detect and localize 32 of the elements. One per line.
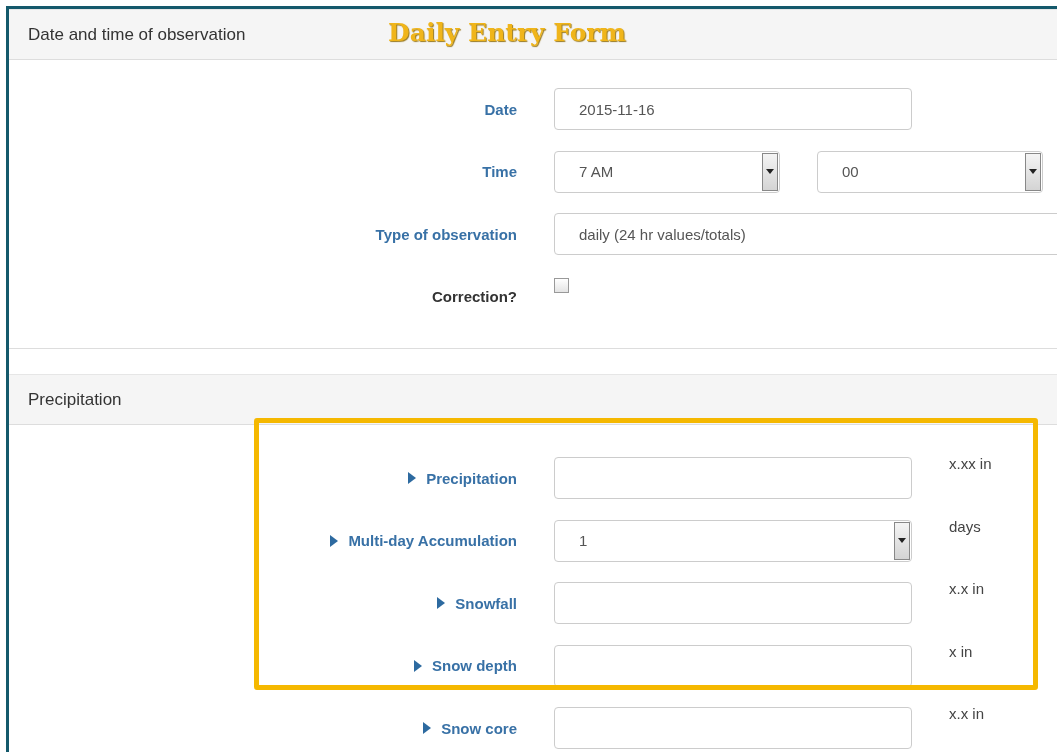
unit-label: x.x in <box>949 580 984 597</box>
expand-triangle-icon[interactable] <box>408 472 417 485</box>
field-label: Snow core <box>441 719 517 737</box>
expand-triangle-icon[interactable] <box>414 659 422 672</box>
field-label: Date <box>484 100 517 118</box>
form-title: Daily Entry Form <box>388 18 626 47</box>
section-title: Date and time of observation <box>27 24 247 45</box>
field-label: Time <box>482 163 517 181</box>
section-title: Precipitation <box>27 389 123 410</box>
input-field[interactable]: 2015-11-16 <box>554 88 912 131</box>
unit-label: x in <box>949 642 973 660</box>
field-label: Precipitation <box>426 469 517 487</box>
dropdown[interactable]: 7 AM <box>554 150 780 193</box>
field-label: Snowfall <box>455 594 517 612</box>
dropdown[interactable]: 00 <box>817 150 1043 193</box>
dropdown[interactable]: 1 <box>554 519 912 562</box>
unit-label: x.x in <box>949 705 984 722</box>
input-field[interactable] <box>554 582 912 625</box>
input-field[interactable] <box>554 644 912 687</box>
field-label: Snow depth <box>432 657 517 675</box>
unit-label: days <box>949 517 981 535</box>
checkbox[interactable] <box>554 278 569 294</box>
field-label: Type of observation <box>375 225 517 243</box>
input-field[interactable] <box>554 457 912 500</box>
field-label: Correction? <box>432 288 517 306</box>
expand-triangle-icon[interactable] <box>437 597 446 610</box>
input-field[interactable]: daily (24 hr values/totals) <box>554 213 1057 256</box>
input-field[interactable] <box>554 707 912 750</box>
field-label: Multi-day Accumulation <box>348 532 517 550</box>
expand-triangle-icon[interactable] <box>423 722 432 735</box>
unit-label: x.xx in <box>949 455 992 472</box>
expand-triangle-icon[interactable] <box>330 534 339 547</box>
